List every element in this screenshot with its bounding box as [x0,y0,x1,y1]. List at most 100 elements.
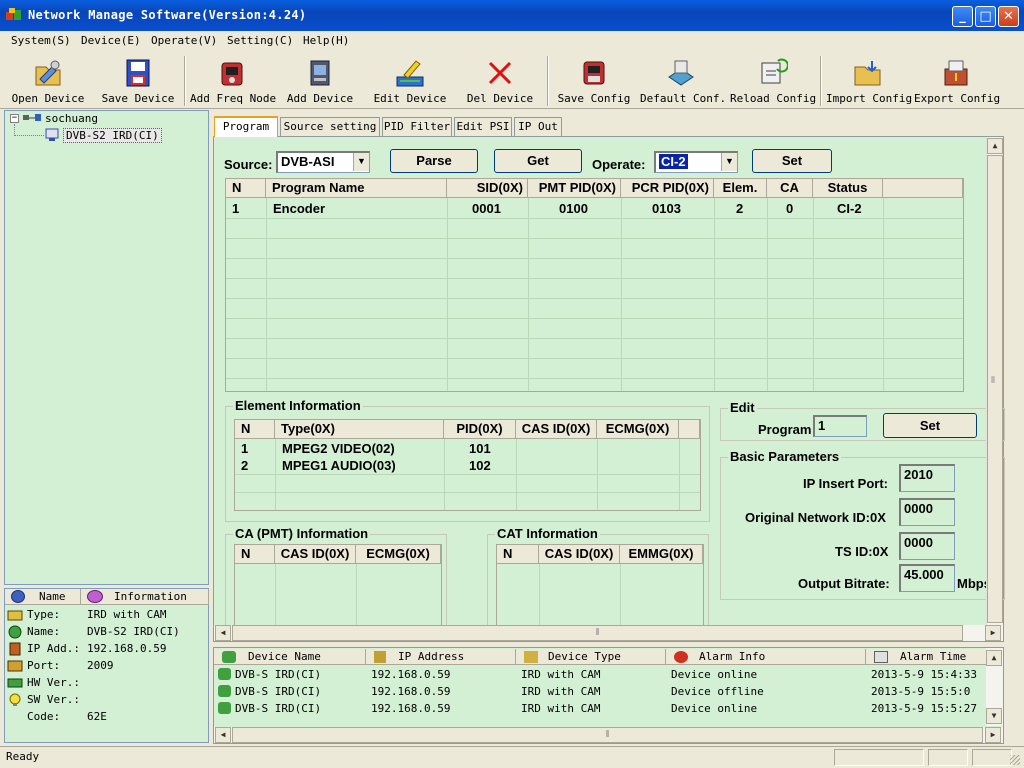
col-pmt-pid[interactable]: PMT PID(0X) [528,179,621,198]
scroll-up-button[interactable]: ▲ [987,138,1003,154]
horizontal-scrollbar[interactable]: ◀ ⦀ ▶ [214,625,1003,641]
toolbar-separator [547,56,549,106]
col-n[interactable]: N [226,179,266,198]
scroll-up-button[interactable]: ▲ [986,650,1002,666]
col-program-name[interactable]: Program Name [266,179,447,198]
col-cas-id[interactable]: CAS ID(0X) [516,420,597,439]
col-cas-id[interactable]: CAS ID(0X) [539,545,620,564]
program-table[interactable]: N Program Name SID(0X) PMT PID(0X) PCR P… [225,178,964,392]
alarm-list[interactable]: Device Name IP Address Device Type Alarm… [213,647,1004,744]
scroll-left-button[interactable]: ◀ [215,727,231,743]
resize-grip-icon[interactable] [1010,755,1020,765]
minimize-button[interactable]: _ [952,6,973,27]
col-n[interactable]: N [235,545,275,564]
tab-ip-out[interactable]: IP Out [514,117,562,136]
col-n[interactable]: N [235,420,275,439]
col-n[interactable]: N [497,545,539,564]
table-row[interactable]: 2 MPEG1 AUDIO(03) 102 [235,457,700,474]
alarm-col-device-name[interactable]: Device Name [214,649,366,665]
table-row[interactable]: 1 MPEG2 VIDEO(02) 101 [235,440,700,457]
element-info-title: Element Information [233,398,363,413]
import-config-button[interactable]: Import Config [826,55,912,107]
export-config-button[interactable]: Export Config [914,55,1000,107]
col-ecmg[interactable]: ECMG(0X) [597,420,679,439]
alarm-row[interactable]: DVB-S IRD(CI) 192.168.0.59 IRD with CAM … [214,700,1002,717]
col-pid[interactable]: PID(0X) [444,420,516,439]
default-config-icon [665,57,697,89]
scroll-down-button[interactable]: ▼ [986,708,1002,724]
alarm-col-device-type[interactable]: Device Type [516,649,666,665]
scroll-left-button[interactable]: ◀ [215,625,231,641]
close-button[interactable]: ✕ [998,6,1019,27]
alarm-horizontal-scrollbar[interactable]: ◀ ⦀ ▶ [214,727,1003,743]
menu-system[interactable]: System(S) [11,34,71,47]
alarm-row[interactable]: DVB-S IRD(CI) 192.168.0.59 IRD with CAM … [214,683,1002,700]
ts-id-label: TS ID:0X [835,544,889,559]
col-type[interactable]: Type(0X) [275,420,444,439]
program-input[interactable]: 1 [813,415,867,437]
grid-line [226,278,963,279]
default-config-button[interactable]: Default Conf. [640,55,726,107]
table-row[interactable]: 1 Encoder 0001 0100 0103 2 0 CI-2 [226,199,963,218]
col-emmg[interactable]: EMMG(0X) [620,545,703,564]
scroll-right-button[interactable]: ▶ [985,625,1001,641]
parse-button[interactable]: Parse [390,149,478,173]
alarm-row[interactable]: DVB-S IRD(CI) 192.168.0.59 IRD with CAM … [214,666,1002,683]
add-freq-node-button[interactable]: Add Freq Node [190,55,276,107]
operate-select[interactable]: CI-2 ▼ [654,151,738,173]
source-select[interactable]: DVB-ASI ▼ [276,151,370,173]
scroll-right-button[interactable]: ▶ [985,727,1001,743]
tree-root-label[interactable]: sochuang [45,112,98,125]
info-header-name[interactable]: Name [5,589,81,605]
tab-edit-psi[interactable]: Edit PSI [454,117,512,136]
chevron-down-icon[interactable]: ▼ [721,153,737,171]
save-config-button[interactable]: Save Config [556,55,632,107]
del-device-button[interactable]: Del Device [462,55,538,107]
alarm-col-ip-address[interactable]: IP Address [366,649,516,665]
open-device-button[interactable]: Open Device [8,55,88,107]
col-pcr-pid[interactable]: PCR PID(0X) [621,179,714,198]
alarm-col-alarm-info[interactable]: Alarm Info [666,649,866,665]
tab-pid-filter[interactable]: PID Filter [382,117,452,136]
tree-expander[interactable]: − [10,114,19,123]
menu-device[interactable]: Device(E) [81,34,141,47]
info-header-information[interactable]: Information [81,589,209,605]
reload-config-button[interactable]: Reload Config [730,55,816,107]
onid-input[interactable]: 0000 [899,498,955,526]
maximize-button[interactable]: □ [975,6,996,27]
scroll-thumb[interactable]: ⦀ [987,155,1003,623]
edit-device-button[interactable]: Edit Device [372,55,448,107]
col-ca[interactable]: CA [767,179,813,198]
menu-setting[interactable]: Setting(C) [227,34,293,47]
ip-insert-port-input[interactable]: 2010 [899,464,955,492]
operate-value: CI-2 [659,154,688,169]
scroll-thumb[interactable]: ⦀ [232,727,983,743]
col-sid[interactable]: SID(0X) [447,179,528,198]
col-elem[interactable]: Elem. [714,179,767,198]
cat-table[interactable]: N CAS ID(0X) EMMG(0X) [496,544,704,633]
scroll-thumb[interactable]: ⦀ [232,625,963,641]
ts-id-input[interactable]: 0000 [899,532,955,560]
chevron-down-icon[interactable]: ▼ [353,153,369,171]
tab-source-setting[interactable]: Source setting [280,117,380,136]
tree-item-device[interactable]: DVB-S2 IRD(CI) [63,128,162,143]
alarm-vertical-scrollbar[interactable]: ▲ ▼ [986,648,1003,726]
element-table[interactable]: N Type(0X) PID(0X) CAS ID(0X) ECMG(0X) 1… [234,419,701,511]
alarm-col-alarm-time[interactable]: Alarm Time [866,649,1002,665]
title-bar[interactable]: Network Manage Software(Version:4.24) _ … [0,0,1024,31]
device-tree[interactable]: − sochuang DVB-S2 IRD(CI) [4,110,209,585]
col-status[interactable]: Status [813,179,883,198]
operate-set-button[interactable]: Set [752,149,832,173]
col-cas-id[interactable]: CAS ID(0X) [275,545,356,564]
menu-help[interactable]: Help(H) [303,34,349,47]
edit-set-button[interactable]: Set [883,413,977,438]
output-bitrate-input[interactable]: 45.000 [899,564,955,592]
save-device-button[interactable]: Save Device [100,55,176,107]
col-ecmg[interactable]: ECMG(0X) [356,545,441,564]
tab-program[interactable]: Program [214,116,278,137]
add-device-button[interactable]: Add Device [284,55,356,107]
vertical-scrollbar[interactable]: ▲ ⦀ [986,137,1003,625]
get-button[interactable]: Get [494,149,582,173]
ca-pmt-table[interactable]: N CAS ID(0X) ECMG(0X) [234,544,442,633]
menu-operate[interactable]: Operate(V) [151,34,217,47]
